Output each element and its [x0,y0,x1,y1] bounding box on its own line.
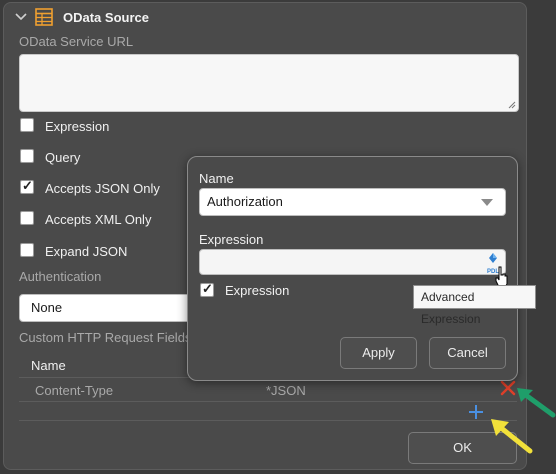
cancel-button[interactable]: Cancel [429,337,506,369]
table-header-divider [19,377,194,378]
custom-fields-label: Custom HTTP Request Fields [19,330,192,345]
table-bottom-divider [19,420,517,421]
dialog-name-label: Name [199,171,234,186]
name-combobox[interactable]: Authorization [199,188,506,216]
name-combobox-value: Authorization [207,194,283,209]
expression-checkbox[interactable] [20,118,34,132]
apply-button[interactable]: Apply [340,337,417,369]
check-mark-icon: ✓ [22,178,33,193]
table-source-icon [35,8,53,26]
collapse-chevron-icon[interactable] [14,10,28,24]
accepts-json-checkbox[interactable]: ✓ [20,178,34,194]
dialog-expression-label: Expression [199,232,264,247]
authentication-select[interactable]: None [19,294,194,322]
cancel-button-label: Cancel [447,345,488,360]
expand-json-label: Expand JSON [45,244,128,259]
dropdown-arrow-icon[interactable] [481,199,493,206]
pdl-diamond-icon [489,253,497,263]
ok-button-label: OK [453,440,472,455]
url-textarea[interactable] [19,54,519,112]
dialog-expression-checkbox[interactable]: ✓ [200,281,214,297]
accepts-xml-label: Accepts XML Only [45,212,152,227]
add-row-icon[interactable] [468,404,484,420]
section-title: OData Source [63,10,149,25]
advanced-expression-tooltip: Advanced Expression [413,285,536,326]
expression-input[interactable] [199,249,506,275]
query-label: Query [45,150,81,165]
field-row-name: Content-Type [35,383,114,398]
dialog-expression-checkbox-label: Expression [225,283,290,298]
url-label: OData Service URL [19,34,134,49]
column-header-name: Name [31,358,66,373]
authentication-value: None [31,300,63,315]
expression-label: Expression [45,119,110,134]
authentication-label: Authentication [19,269,102,284]
check-mark-icon: ✓ [202,281,213,296]
resize-grip-icon[interactable] [507,100,516,109]
accepts-json-label: Accepts JSON Only [45,181,160,196]
expand-json-checkbox[interactable] [20,243,34,257]
table-row-divider [19,401,517,402]
field-row-value: *JSON [266,383,306,398]
apply-button-label: Apply [362,345,395,360]
accepts-xml-checkbox[interactable] [20,211,34,225]
yellow-arrow-icon [486,413,534,455]
query-checkbox[interactable] [20,149,34,163]
